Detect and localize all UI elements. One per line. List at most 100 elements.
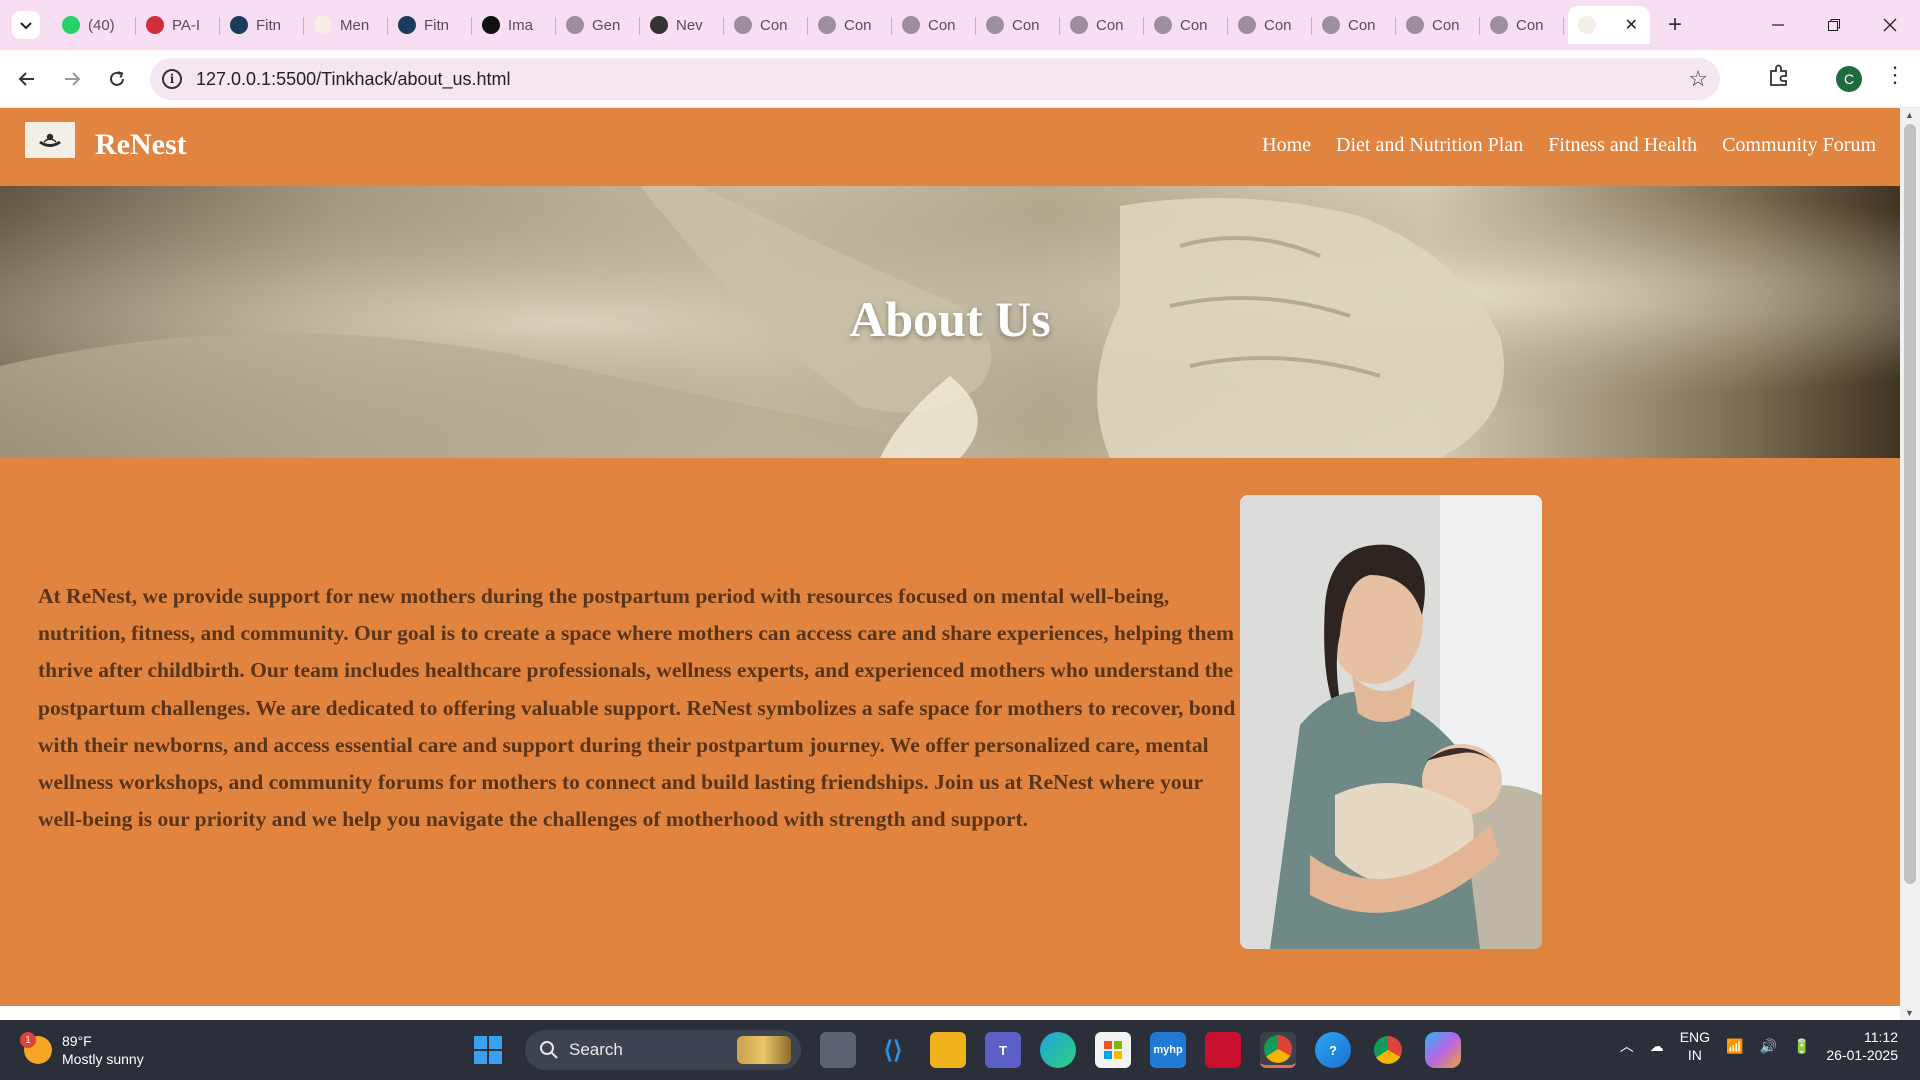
nav-fitness-link[interactable]: Fitness and Health [1548, 134, 1697, 157]
tab-title: Con [928, 16, 956, 34]
browser-tab[interactable]: Con [892, 6, 976, 44]
search-icon [540, 1041, 558, 1059]
browser-tab[interactable]: PA-I [136, 6, 220, 44]
minimize-button[interactable] [1750, 0, 1806, 50]
teams-icon[interactable]: T [985, 1032, 1021, 1068]
browser-tab[interactable]: Fitn [388, 6, 472, 44]
chrome-profile-icon[interactable] [1260, 1032, 1296, 1068]
tab-title: Con [1432, 16, 1460, 34]
tab-title: Con [844, 16, 872, 34]
clock-time: 11:12 [1864, 1029, 1898, 1045]
browser-tab[interactable]: Ima [472, 6, 556, 44]
globe-icon [1154, 16, 1172, 34]
tab-title: Gen [592, 16, 621, 34]
browser-tab[interactable]: Con [1144, 6, 1228, 44]
browser-tab[interactable]: Con [976, 6, 1060, 44]
mcafee-icon[interactable] [1205, 1032, 1241, 1068]
chrome-logo-icon [1374, 1036, 1402, 1064]
browser-tab-active[interactable]: ✕ [1568, 6, 1650, 44]
taskbar-apps: Search ⟨⟩ T myhp ? [470, 1030, 1461, 1070]
browser-toolbar: i 127.0.0.1:5500/Tinkhack/about_us.html … [0, 50, 1920, 108]
tab-title: Con [1264, 16, 1292, 34]
volume-icon[interactable]: 🔊 [1760, 1038, 1777, 1055]
site-logo[interactable] [25, 122, 75, 158]
microsoft-store-icon[interactable] [1095, 1032, 1131, 1068]
browser-tab[interactable]: Con [1228, 6, 1312, 44]
language-code: ENG [1679, 1029, 1711, 1045]
browser-tab[interactable]: Con [808, 6, 892, 44]
tab-search-button[interactable] [12, 11, 40, 39]
browser-menu-icon[interactable]: ⋮ [1884, 62, 1906, 88]
browser-tab[interactable]: Gen [556, 6, 640, 44]
windows-start-button[interactable] [470, 1032, 506, 1068]
clock[interactable]: 11:12 26-01-2025 [1826, 1028, 1898, 1064]
brand-name[interactable]: ReNest [95, 128, 187, 162]
weather-temperature: 89°F [62, 1033, 92, 1049]
chevron-up-icon[interactable]: ︿ [1620, 1036, 1634, 1056]
new-tab-button[interactable]: + [1668, 13, 1682, 37]
browser-tab[interactable]: Con [1060, 6, 1144, 44]
extensions-puzzle-icon[interactable] [1766, 63, 1792, 89]
region-code: IN [1687, 1047, 1702, 1063]
main-nav: Home Diet and Nutrition Plan Fitness and… [1262, 134, 1876, 157]
scroll-down-arrow-icon[interactable]: ▼ [1905, 1008, 1914, 1018]
nav-home-link[interactable]: Home [1262, 134, 1311, 157]
browser-tab[interactable]: Con [1396, 6, 1480, 44]
browser-tab[interactable]: Men [304, 6, 388, 44]
file-explorer-icon[interactable] [930, 1032, 966, 1068]
address-bar[interactable]: i 127.0.0.1:5500/Tinkhack/about_us.html … [150, 58, 1720, 100]
battery-icon[interactable]: 🔋 [1793, 1038, 1810, 1055]
store-grid-icon [1104, 1041, 1122, 1059]
hero-banner: About Us [0, 186, 1900, 458]
browser-tab[interactable]: Con [1312, 6, 1396, 44]
forward-button[interactable] [56, 63, 88, 95]
browser-tab-strip: (40) PA-I Fitn Men Fitn Ima Gen Nev Con Con Con Con… [0, 0, 1920, 50]
browser-tab[interactable]: Con [724, 6, 808, 44]
globe-icon [986, 16, 1004, 34]
clock-date: 26-01-2025 [1826, 1047, 1898, 1063]
globe-icon [1238, 16, 1256, 34]
close-window-button[interactable] [1862, 0, 1918, 50]
wifi-icon[interactable]: 📶 [1726, 1038, 1743, 1055]
myhp-icon[interactable]: myhp [1150, 1032, 1186, 1068]
copilot-icon[interactable] [1425, 1032, 1461, 1068]
globe-icon [1322, 16, 1340, 34]
chevron-down-icon [20, 22, 32, 30]
chrome-icon[interactable] [1370, 1032, 1406, 1068]
edge-icon[interactable] [1040, 1032, 1076, 1068]
restore-button[interactable] [1806, 0, 1862, 50]
site-info-icon[interactable]: i [162, 69, 182, 89]
renest-logo-icon [1578, 16, 1596, 34]
browser-tab[interactable]: (40) [52, 6, 136, 44]
nav-community-link[interactable]: Community Forum [1722, 134, 1876, 157]
windows-logo-icon [474, 1036, 502, 1064]
tab-title: Con [760, 16, 788, 34]
task-view-icon[interactable] [820, 1032, 856, 1068]
scrollbar-thumb[interactable] [1904, 124, 1916, 884]
language-indicator[interactable]: ENG IN [1680, 1028, 1710, 1064]
help-app-icon[interactable]: ? [1315, 1032, 1351, 1068]
tab-title: Con [1180, 16, 1208, 34]
search-highlight-image [737, 1036, 791, 1064]
cloud-icon[interactable]: ☁ [1650, 1038, 1664, 1055]
bookmark-star-icon[interactable]: ☆ [1688, 66, 1708, 92]
vscode-icon[interactable]: ⟨⟩ [875, 1032, 911, 1068]
about-paragraph: At ReNest, we provide support for new mo… [38, 584, 1236, 832]
back-button[interactable] [11, 63, 43, 95]
browser-tab[interactable]: Nev [640, 6, 724, 44]
tab-list: (40) PA-I Fitn Men Fitn Ima Gen Nev Con Con Con Con… [52, 6, 1682, 44]
taskbar-search-box[interactable]: Search [525, 1030, 801, 1070]
profile-avatar[interactable]: C [1836, 66, 1862, 92]
mother-holding-baby-image [1240, 495, 1542, 949]
arrow-left-icon [18, 72, 34, 86]
page-scrollbar[interactable]: ▲ ▼ [1900, 108, 1920, 1020]
page-footer-strip [0, 1006, 1900, 1020]
url-text[interactable]: 127.0.0.1:5500/Tinkhack/about_us.html [196, 69, 511, 90]
browser-tab[interactable]: Con [1480, 6, 1564, 44]
scroll-up-arrow-icon[interactable]: ▲ [1905, 110, 1914, 120]
nav-diet-link[interactable]: Diet and Nutrition Plan [1336, 134, 1523, 157]
close-tab-icon[interactable]: ✕ [1625, 15, 1638, 35]
reload-button[interactable] [101, 63, 133, 95]
weather-widget[interactable]: 1 89°F Mostly sunny [20, 1032, 144, 1068]
browser-tab[interactable]: Fitn [220, 6, 304, 44]
